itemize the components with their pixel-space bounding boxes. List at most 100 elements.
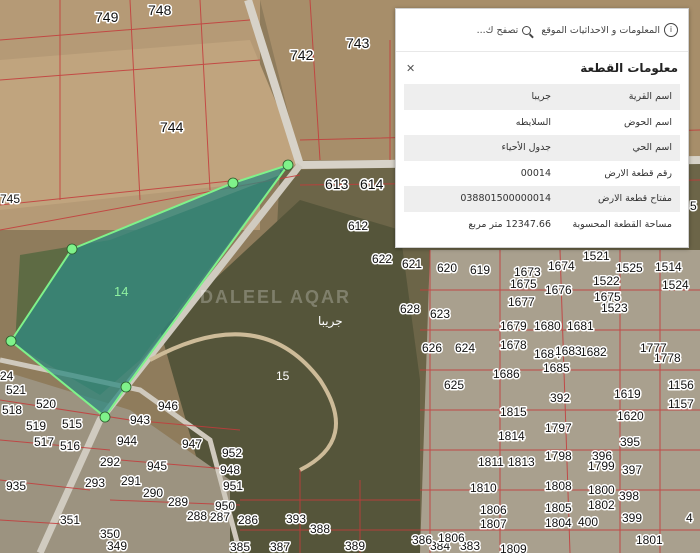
parcel-number-label[interactable]: 1524 xyxy=(661,277,691,294)
parcel-number-label[interactable]: 946 xyxy=(157,398,180,415)
parcel-number-label[interactable]: 1676 xyxy=(544,282,574,299)
vertex-handle[interactable] xyxy=(227,177,239,189)
parcel-number-label[interactable]: 1778 xyxy=(653,350,683,367)
parcel-number-label[interactable]: 1682 xyxy=(579,344,609,361)
parcel-number-label[interactable]: 1686 xyxy=(492,366,522,383)
parcel-number-label[interactable]: 612 xyxy=(347,218,370,235)
parcel-number-label[interactable]: 935 xyxy=(5,478,28,495)
parcel-number-label[interactable]: 520 xyxy=(35,396,58,413)
parcel-number-label[interactable]: 1685 xyxy=(542,360,572,377)
parcel-number-label[interactable]: 392 xyxy=(549,390,572,407)
parcel-number-label[interactable]: 1157 xyxy=(667,396,696,413)
parcel-number-label[interactable]: 619 xyxy=(469,262,492,279)
parcel-number-label[interactable]: 613 xyxy=(324,175,351,194)
parcel-number-label[interactable]: 621 xyxy=(401,256,424,273)
parcel-number-label[interactable]: 1675 xyxy=(509,276,539,293)
parcel-number-label[interactable]: 1525 xyxy=(615,260,645,277)
vertex-handle[interactable] xyxy=(5,335,17,347)
parcel-number-label[interactable]: 389 xyxy=(344,538,367,553)
parcel-number-label[interactable]: 1814 xyxy=(497,428,527,445)
parcel-number-label[interactable]: 947 xyxy=(181,436,204,453)
parcel-number-label[interactable]: 1801 xyxy=(635,532,665,549)
parcel-number-label[interactable]: 1156 xyxy=(667,377,696,394)
vertex-handle[interactable] xyxy=(99,411,111,423)
parcel-number-label[interactable]: 1807 xyxy=(479,516,509,533)
parcel-number-label[interactable]: 351 xyxy=(59,512,82,529)
parcel-number-label[interactable]: 397 xyxy=(621,462,644,479)
parcel-number-label[interactable]: 1677 xyxy=(507,294,537,311)
parcel-number-label[interactable]: 943 xyxy=(129,412,152,429)
close-icon[interactable]: ✕ xyxy=(406,62,415,75)
parcel-number-label[interactable]: 286 xyxy=(237,512,260,529)
parcel-number-label[interactable]: 749 xyxy=(94,8,121,27)
parcel-number-label[interactable]: 628 xyxy=(399,301,422,318)
parcel-number-label[interactable]: 1680 xyxy=(533,318,563,335)
parcel-number-label[interactable]: 1808 xyxy=(544,478,574,495)
parcel-number-label[interactable]: 388 xyxy=(309,521,332,538)
parcel-number-label[interactable]: 625 xyxy=(443,377,466,394)
parcel-number-label[interactable]: 1813 xyxy=(507,454,537,471)
parcel-number-label[interactable]: 517 xyxy=(33,434,56,451)
parcel-number-label[interactable]: 1811 xyxy=(477,454,506,471)
parcel-number-label[interactable]: 518 xyxy=(1,402,24,419)
parcel-number-label[interactable]: 288 xyxy=(186,508,209,525)
parcel-number-label[interactable]: 395 xyxy=(619,434,642,451)
parcel-number-label[interactable]: 24 xyxy=(0,368,15,385)
parcel-number-label[interactable]: 289 xyxy=(167,494,190,511)
vertex-handle[interactable] xyxy=(66,243,78,255)
vertex-handle[interactable] xyxy=(120,381,132,393)
parcel-number-label[interactable]: 290 xyxy=(142,485,165,502)
parcel-number-label[interactable]: 387 xyxy=(269,539,292,553)
parcel-number-label[interactable]: 948 xyxy=(219,462,242,479)
parcel-number-label[interactable]: 1679 xyxy=(499,318,529,335)
parcel-number-label[interactable]: 623 xyxy=(429,306,452,323)
parcel-number-label[interactable]: 519 xyxy=(25,418,48,435)
parcel-number-label[interactable]: 521 xyxy=(5,382,28,399)
parcel-number-label[interactable]: 1804 xyxy=(544,515,574,532)
parcel-number-label[interactable]: 952 xyxy=(221,445,244,462)
parcel-number-label[interactable]: 1810 xyxy=(469,480,499,497)
parcel-number-label[interactable]: 1800 xyxy=(587,482,617,499)
parcel-number-label[interactable]: 1798 xyxy=(544,448,574,465)
parcel-number-label[interactable]: 614 xyxy=(359,175,386,194)
parcel-number-label[interactable]: 4 xyxy=(685,510,695,527)
parcel-number-label[interactable]: 1620 xyxy=(616,408,646,425)
parcel-number-label[interactable]: 1619 xyxy=(613,386,643,403)
parcel-number-label[interactable]: 1683 xyxy=(554,343,584,360)
parcel-number-label[interactable]: 1809 xyxy=(499,541,529,553)
parcel-number-label[interactable]: 293 xyxy=(84,475,107,492)
parcel-number-label[interactable]: 620 xyxy=(436,260,459,277)
parcel-number-label[interactable]: 400 xyxy=(577,514,600,531)
tab-search[interactable]: تصفح ك... xyxy=(477,25,532,36)
parcel-number-label[interactable]: 745 xyxy=(0,191,22,208)
parcel-number-label[interactable]: 742 xyxy=(289,46,316,65)
parcel-number-label[interactable]: 743 xyxy=(345,34,372,53)
parcel-number-label[interactable]: 1674 xyxy=(547,258,577,275)
tab-info[interactable]: i المعلومات و الاحداثيات الموقع xyxy=(541,23,678,37)
parcel-number-label[interactable]: 951 xyxy=(222,478,245,495)
parcel-number-label[interactable]: 1806 xyxy=(479,502,509,519)
parcel-number-label[interactable]: 622 xyxy=(371,251,394,268)
parcel-number-label[interactable]: 291 xyxy=(120,473,143,490)
parcel-number-label[interactable]: 624 xyxy=(454,340,477,357)
parcel-number-label[interactable]: 944 xyxy=(116,433,139,450)
parcel-number-label[interactable]: 287 xyxy=(209,509,232,526)
parcel-number-label[interactable]: 748 xyxy=(147,1,174,20)
parcel-number-label[interactable]: 349 xyxy=(106,538,129,553)
parcel-number-label[interactable]: 1523 xyxy=(600,300,630,317)
parcel-number-label[interactable]: 393 xyxy=(285,511,308,528)
parcel-number-label[interactable]: 292 xyxy=(99,454,122,471)
parcel-number-label[interactable]: 398 xyxy=(618,488,641,505)
parcel-number-label[interactable]: 744 xyxy=(159,118,186,137)
parcel-number-label[interactable]: 1802 xyxy=(587,497,617,514)
parcel-number-label[interactable]: 516 xyxy=(59,438,82,455)
parcel-number-label[interactable]: 386 xyxy=(411,532,434,549)
parcel-number-label[interactable]: 1806 xyxy=(437,530,467,547)
parcel-number-label[interactable]: 5 xyxy=(689,198,699,215)
vertex-handle[interactable] xyxy=(282,159,294,171)
parcel-number-label[interactable]: 626 xyxy=(421,340,444,357)
parcel-number-label[interactable]: 1815 xyxy=(499,404,529,421)
parcel-number-label[interactable]: 1514 xyxy=(654,259,684,276)
parcel-number-label[interactable]: 385 xyxy=(229,539,252,553)
parcel-number-label[interactable]: 1522 xyxy=(592,273,622,290)
